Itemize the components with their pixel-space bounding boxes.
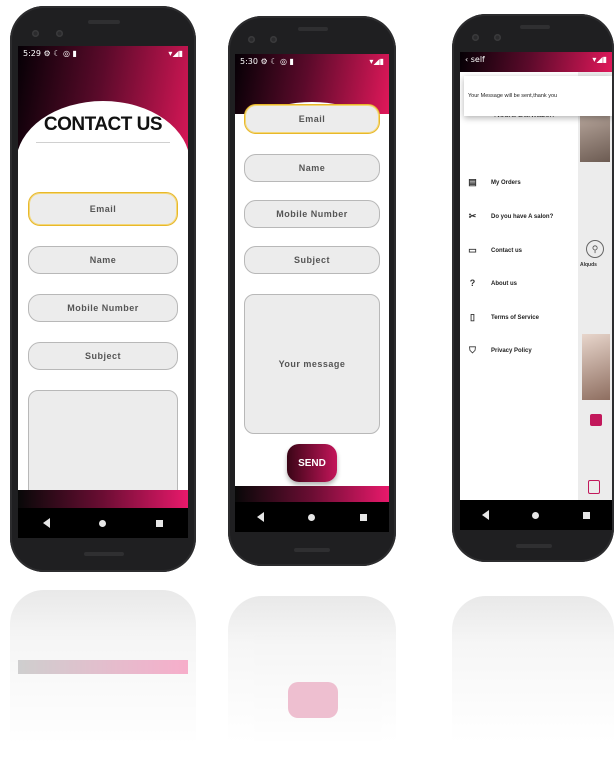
bottom-speaker — [516, 544, 552, 548]
bag-icon[interactable] — [588, 480, 600, 494]
name-field[interactable]: Name — [28, 246, 178, 274]
earpiece — [88, 20, 120, 24]
page-title: CONTACT US — [43, 114, 163, 135]
menu-item-salon[interactable]: ✂ Do you have A salon? — [468, 211, 554, 221]
shield-icon: ⛉ — [469, 345, 476, 355]
message-field[interactable]: Your message — [244, 294, 380, 434]
background-content: ⚲ Alquds — [578, 72, 612, 502]
menu-label: Terms of Service — [491, 314, 539, 321]
phone-2: 5:30 ⚙ ☾ ◎ ▮ ▾◢▮ Email Name Mobile Numbe… — [228, 16, 396, 566]
send-button[interactable]: SEND — [287, 444, 337, 482]
front-camera — [248, 36, 255, 43]
footer-gradient — [18, 490, 188, 508]
menu-item-about-us[interactable]: ? About us — [468, 279, 517, 288]
menu-label: My Orders — [491, 179, 521, 186]
status-icons: ⚙ ☾ ◎ ▮ — [43, 48, 77, 58]
reflection-accent — [288, 682, 338, 718]
email-field[interactable]: Email — [244, 104, 380, 134]
name-field[interactable]: Name — [244, 154, 380, 182]
photo-thumb-2 — [582, 334, 610, 400]
toast-message: Your Message will be sent,thank you — [464, 76, 612, 116]
subject-field[interactable]: Subject — [244, 246, 380, 274]
front-sensor — [270, 36, 277, 43]
status-signal-icon: ▾◢▮ — [592, 54, 607, 64]
location-pin-icon: ⚲ — [586, 240, 604, 258]
bookmark-icon: ▯ — [470, 312, 475, 322]
menu-label: Contact us — [491, 247, 523, 254]
back-icon[interactable] — [481, 510, 489, 520]
bottom-speaker — [294, 548, 330, 552]
nav-bar — [18, 508, 188, 538]
question-icon: ? — [469, 278, 476, 288]
menu-label: About us — [491, 280, 517, 287]
nav-bar — [235, 502, 389, 532]
home-icon[interactable] — [532, 511, 540, 519]
status-time: 5:30 — [240, 56, 258, 66]
recents-icon[interactable] — [156, 519, 164, 527]
status-signal-icon: ▾◢▮ — [369, 56, 384, 66]
mobile-field[interactable]: Mobile Number — [28, 294, 178, 322]
phone-3: ‹ self ▾◢▮ ⚲ Alquds Noura Darwazeh ▤ My … — [452, 14, 614, 562]
menu-item-terms[interactable]: ▯ Terms of Service — [468, 313, 539, 322]
back-self-link[interactable]: ‹ self — [465, 55, 485, 64]
toast-text: Your Message will be sent,thank you — [468, 93, 558, 99]
front-sensor — [494, 34, 501, 41]
status-signal-icon: ▾◢▮ — [168, 48, 183, 58]
email-field[interactable]: Email — [28, 192, 178, 226]
side-label: Alquds — [580, 262, 597, 268]
menu-label: Do you have A salon? — [491, 213, 554, 220]
front-camera — [472, 34, 479, 41]
title-divider — [36, 142, 170, 143]
bottom-speaker — [84, 552, 124, 556]
chat-icon: ▭ — [468, 245, 477, 255]
screen: 5:29 ⚙ ☾ ◎ ▮ ▾◢▮ CONTACT US Email Name M… — [18, 46, 188, 538]
status-icons: ⚙ ☾ ◎ ▮ — [260, 56, 294, 66]
back-icon[interactable] — [257, 512, 265, 522]
status-bar: ‹ self ▾◢▮ — [460, 52, 612, 66]
status-bar: 5:30 ⚙ ☾ ◎ ▮ ▾◢▮ — [235, 54, 389, 68]
phone-1: 5:29 ⚙ ☾ ◎ ▮ ▾◢▮ CONTACT US Email Name M… — [10, 6, 196, 572]
home-icon[interactable] — [308, 513, 316, 521]
status-time: 5:29 — [23, 48, 41, 58]
earpiece — [298, 27, 328, 31]
nav-bar — [460, 500, 612, 530]
screen: 5:30 ⚙ ☾ ◎ ▮ ▾◢▮ Email Name Mobile Numbe… — [235, 54, 389, 532]
reflection-accent — [18, 660, 188, 674]
orders-icon: ▤ — [468, 177, 477, 187]
recents-icon[interactable] — [583, 511, 591, 519]
menu-label: Privacy Policy — [491, 347, 532, 354]
reflection-phone-1 — [10, 590, 196, 759]
menu-item-my-orders[interactable]: ▤ My Orders — [468, 177, 521, 187]
photo-thumb — [580, 112, 610, 162]
front-sensor — [56, 30, 63, 37]
menu-item-contact-us[interactable]: ▭ Contact us — [468, 246, 522, 255]
menu-item-privacy[interactable]: ⛉ Privacy Policy — [468, 346, 532, 355]
mobile-field[interactable]: Mobile Number — [244, 200, 380, 228]
subject-field[interactable]: Subject — [28, 342, 178, 370]
earpiece — [520, 25, 550, 29]
home-icon[interactable] — [99, 519, 107, 527]
back-icon[interactable] — [42, 518, 50, 528]
footer-gradient — [235, 486, 389, 502]
reflection-phone-3 — [452, 596, 614, 759]
nav-drawer: Noura Darwazeh ▤ My Orders ✂ Do you have… — [460, 72, 578, 500]
recents-icon[interactable] — [359, 513, 367, 521]
reflection-phone-2 — [228, 596, 396, 759]
message-field[interactable] — [28, 390, 178, 500]
chat-bubble-icon[interactable] — [590, 414, 602, 426]
salon-icon: ✂ — [468, 211, 477, 221]
front-camera — [32, 30, 39, 37]
status-bar: 5:29 ⚙ ☾ ◎ ▮ ▾◢▮ — [18, 46, 188, 60]
screen: ‹ self ▾◢▮ ⚲ Alquds Noura Darwazeh ▤ My … — [460, 52, 612, 530]
